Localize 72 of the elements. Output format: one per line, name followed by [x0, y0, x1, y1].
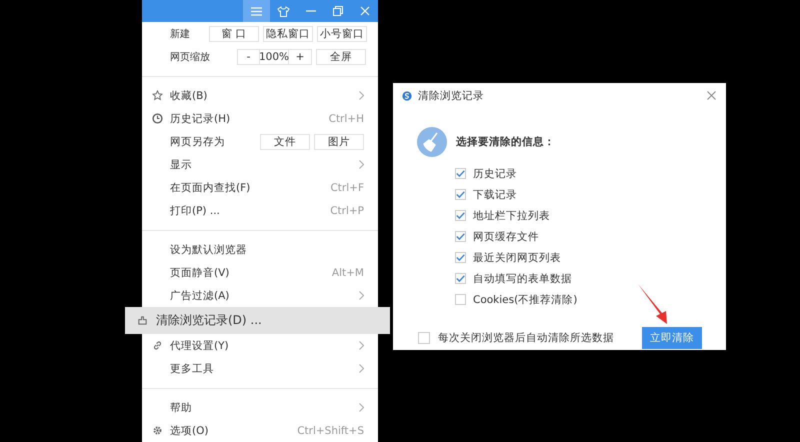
- menu-label: 选项(O): [170, 424, 210, 438]
- checkbox[interactable]: [455, 231, 466, 242]
- checkbox-label: 自动填写的表单数据: [473, 272, 572, 286]
- menu-button[interactable]: 图片: [314, 134, 364, 150]
- menu-label: 历史记录(H): [170, 112, 232, 126]
- menu-label: 显示: [170, 158, 193, 172]
- checkbox[interactable]: [418, 332, 430, 344]
- fullscreen-button[interactable]: 全屏: [316, 48, 366, 64]
- menu-label: 代理设置(Y): [170, 338, 230, 352]
- shortcut-text: Ctrl+H: [328, 112, 364, 124]
- menu-label: 设为默认浏览器: [170, 242, 248, 256]
- menu-label: 在页面内查找(F): [170, 180, 252, 194]
- checkbox[interactable]: [455, 252, 466, 263]
- shortcut-text: Ctrl+P: [330, 204, 364, 216]
- checkbox[interactable]: [455, 189, 466, 200]
- menu-item[interactable]: 设为默认浏览器: [142, 238, 378, 261]
- row-label: 网页缩放: [170, 50, 211, 64]
- dialog-title: 清除浏览记录: [418, 88, 485, 102]
- arrow-drawing: [637, 283, 669, 325]
- menu-label: 打印(P) ...: [170, 204, 221, 218]
- menu-item[interactable]: 历史记录(H) Ctrl+H: [142, 107, 378, 130]
- zoom-out-button[interactable]: -: [238, 50, 259, 64]
- section-heading: 选择要清除的信息：: [456, 135, 555, 149]
- close-icon[interactable]: [707, 91, 716, 100]
- shortcut-text: Alt+M: [332, 266, 364, 278]
- checkbox[interactable]: [455, 210, 466, 221]
- menu-item[interactable]: 清除浏览记录(D) ...: [125, 307, 390, 334]
- menu-item[interactable]: 代理设置(Y): [142, 334, 378, 357]
- menu-item[interactable]: 显示: [142, 153, 378, 176]
- menu-item[interactable]: 广告过滤(A): [142, 284, 378, 307]
- menu-icon[interactable]: [243, 0, 270, 22]
- link-icon: [152, 340, 163, 351]
- menu-item[interactable]: 网页另存为 文件 图片: [142, 130, 378, 153]
- menu-label: 网页另存为: [170, 134, 226, 148]
- menu-item[interactable]: 选项(O) Ctrl+Shift+S: [142, 419, 378, 442]
- menu-label: 清除浏览记录(D) ...: [156, 312, 263, 329]
- menu-item[interactable]: 在页面内查找(F) Ctrl+F: [142, 176, 378, 199]
- checkbox-label: 每次关闭浏览器后自动清除所选数据: [438, 331, 614, 345]
- checkbox-label: 地址栏下拉列表: [473, 208, 550, 222]
- menu-item[interactable]: 收藏(B): [142, 84, 378, 107]
- menu-item[interactable]: 更多工具: [142, 357, 378, 380]
- checkbox-label: 下载记录: [473, 188, 517, 202]
- app-logo-icon: [402, 90, 412, 100]
- menu-label: 帮助: [170, 400, 193, 414]
- checkbox[interactable]: [455, 273, 466, 284]
- clock-icon: [152, 113, 163, 124]
- broom-icon: [417, 127, 447, 157]
- shortcut-text: Ctrl+Shift+S: [297, 424, 364, 436]
- shortcut-text: Ctrl+F: [330, 182, 364, 194]
- checkbox[interactable]: [455, 168, 466, 179]
- checkbox-label: 网页缓存文件: [473, 230, 539, 244]
- row-label: 新建: [170, 28, 191, 40]
- menu-item[interactable]: 页面静音(V) Alt+M: [142, 261, 378, 284]
- settings-icon: [152, 425, 163, 436]
- zoom-in-button[interactable]: +: [289, 50, 311, 64]
- menu-label: 广告过滤(A): [170, 288, 230, 302]
- checkbox-label: Cookies(不推荐清除): [473, 292, 578, 306]
- menu-item[interactable]: 打印(P) ... Ctrl+P: [142, 199, 378, 222]
- menu-button[interactable]: 文件: [260, 134, 310, 150]
- menu-button[interactable]: 隐私窗口: [263, 26, 313, 42]
- menu-item[interactable]: 帮助: [142, 396, 378, 419]
- menu-label: 收藏(B): [170, 88, 208, 102]
- menu-button[interactable]: 窗 口: [209, 26, 259, 42]
- star-icon: [152, 90, 163, 101]
- menu-label: 更多工具: [170, 362, 215, 376]
- zoom-level: 100%: [259, 50, 289, 64]
- menu-button[interactable]: 小号窗口: [317, 26, 367, 42]
- checkbox-label: 历史记录: [473, 166, 517, 180]
- checkbox-label: 最近关闭网页列表: [473, 250, 561, 264]
- eraser-icon: [137, 315, 148, 326]
- menu-label: 页面静音(V): [170, 266, 230, 280]
- checkbox[interactable]: [455, 294, 466, 305]
